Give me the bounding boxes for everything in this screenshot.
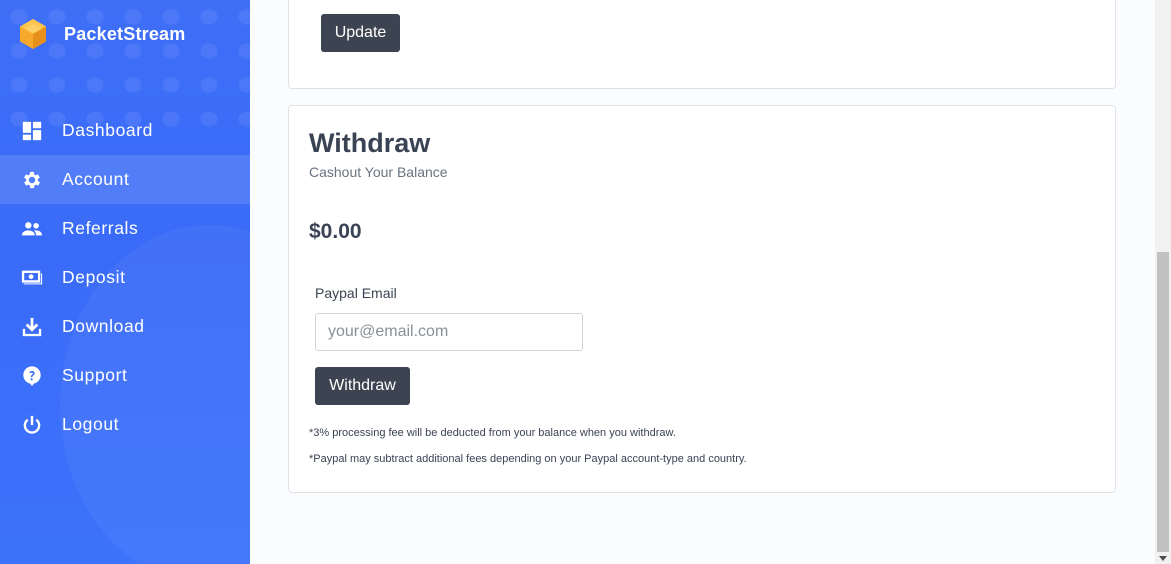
- update-button[interactable]: Update: [321, 14, 400, 52]
- sidebar: PacketStream Dashboard Account Referrals…: [0, 0, 250, 564]
- sidebar-item-label: Account: [62, 169, 130, 189]
- packetstream-logo-icon: [20, 19, 46, 49]
- paypal-fee-note: *Paypal may subtract additional fees dep…: [309, 453, 747, 465]
- sidebar-item-support[interactable]: Support: [0, 351, 250, 400]
- paypal-email-input[interactable]: [315, 313, 583, 351]
- withdraw-subtitle: Cashout Your Balance: [309, 164, 448, 180]
- scroll-down-arrow-icon[interactable]: [1159, 556, 1167, 561]
- money-icon: [20, 266, 44, 290]
- sidebar-item-label: Referrals: [62, 218, 139, 238]
- withdraw-card: Withdraw Cashout Your Balance $0.00 Payp…: [288, 105, 1116, 493]
- brand[interactable]: PacketStream: [18, 18, 185, 50]
- main-content: Update Withdraw Cashout Your Balance $0.…: [250, 0, 1155, 564]
- sidebar-item-dashboard[interactable]: Dashboard: [0, 106, 250, 155]
- sidebar-item-label: Logout: [62, 414, 120, 434]
- page-scrollbar[interactable]: [1155, 0, 1171, 564]
- sidebar-item-account[interactable]: Account: [0, 155, 250, 204]
- sidebar-nav: Dashboard Account Referrals Deposit Down…: [0, 106, 250, 449]
- paypal-email-label: Paypal Email: [315, 285, 397, 301]
- brand-name: PacketStream: [64, 23, 186, 44]
- withdraw-button[interactable]: Withdraw: [315, 367, 410, 405]
- balance-amount: $0.00: [309, 220, 362, 243]
- users-icon: [20, 217, 44, 241]
- sidebar-item-referrals[interactable]: Referrals: [0, 204, 250, 253]
- gear-icon: [20, 168, 44, 192]
- download-icon: [20, 315, 44, 339]
- account-settings-card: Update: [288, 0, 1116, 89]
- sidebar-item-label: Support: [62, 365, 128, 385]
- help-icon: [20, 364, 44, 388]
- sidebar-item-download[interactable]: Download: [0, 302, 250, 351]
- sidebar-item-logout[interactable]: Logout: [0, 400, 250, 449]
- sidebar-item-label: Dashboard: [62, 120, 154, 140]
- processing-fee-note: *3% processing fee will be deducted from…: [309, 427, 676, 439]
- power-icon: [20, 413, 44, 437]
- sidebar-item-label: Deposit: [62, 267, 126, 287]
- withdraw-title: Withdraw: [309, 128, 431, 158]
- dashboard-icon: [20, 119, 44, 143]
- sidebar-item-deposit[interactable]: Deposit: [0, 253, 250, 302]
- scrollbar-thumb[interactable]: [1157, 252, 1169, 552]
- sidebar-item-label: Download: [62, 316, 145, 336]
